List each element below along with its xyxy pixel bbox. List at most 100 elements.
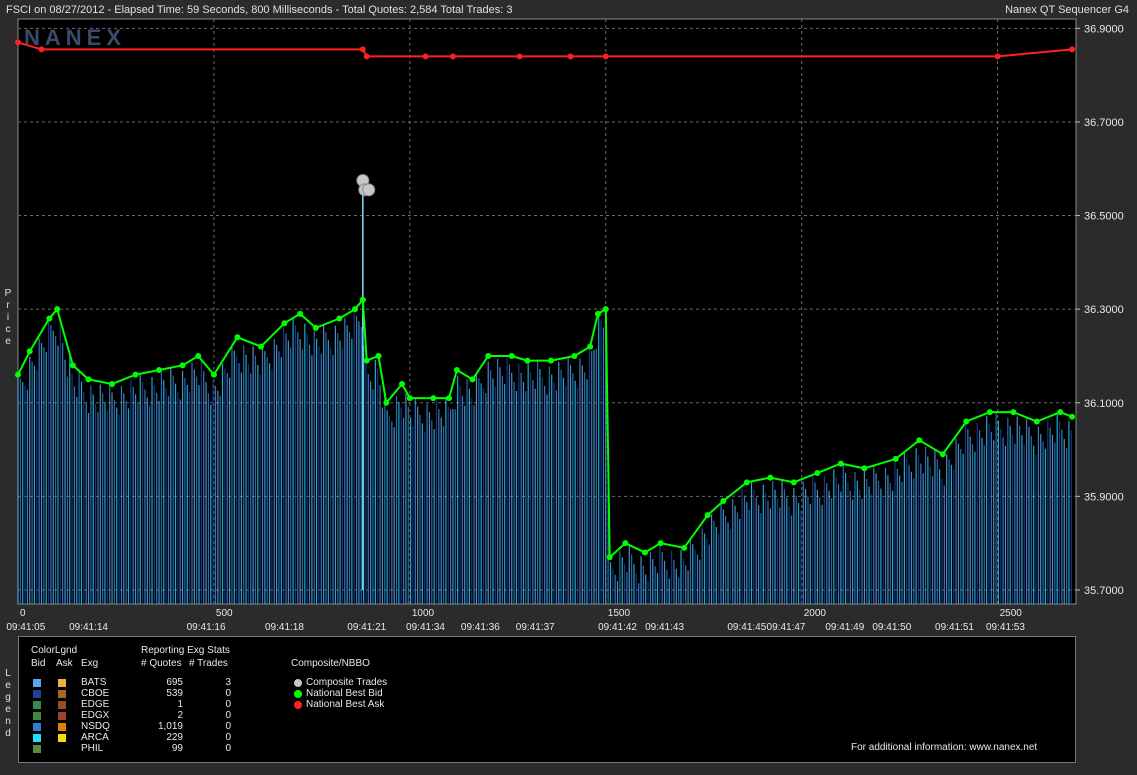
quote-point <box>430 395 437 402</box>
price-chart: NANEX 36.900036.700036.500036.300036.1000… <box>6 18 1124 633</box>
time-label: 09:41:42 <box>598 622 637 633</box>
quote-count: 1,019 <box>157 721 183 732</box>
quote-point <box>359 46 366 53</box>
quote-point <box>587 343 594 350</box>
quote-point <box>567 53 574 60</box>
quote-point <box>359 296 366 303</box>
time-label: 09:41:18 <box>265 622 304 633</box>
bid-color-swatch <box>33 701 41 709</box>
quote-count: 695 <box>166 677 183 688</box>
ask-color-swatch <box>58 701 66 709</box>
legend-col-bid: Bid <box>31 658 46 669</box>
quote-point <box>422 53 429 60</box>
legend-panel: ColorLgnd Bid Ask Exg Reporting Exg Stat… <box>18 636 1076 763</box>
time-label: 09:41:49 <box>825 622 864 633</box>
quote-point <box>132 371 139 378</box>
x-tick-label: 500 <box>216 608 233 619</box>
trade-count: 0 <box>225 688 231 699</box>
exchange-name: NSDQ <box>81 721 110 732</box>
quote-point <box>297 310 304 317</box>
ask-color-swatch <box>58 712 66 720</box>
quote-point <box>767 474 774 481</box>
quote-point <box>916 437 923 444</box>
quote-point <box>743 479 750 486</box>
time-label: 09:41:14 <box>69 622 108 633</box>
best-bid-marker <box>294 690 302 698</box>
stats-title: Reporting Exg Stats <box>141 645 230 656</box>
quote-point <box>641 549 648 556</box>
quote-point <box>234 334 241 341</box>
quote-count: 229 <box>166 732 183 743</box>
quote-point <box>38 46 45 53</box>
quote-point <box>602 53 609 60</box>
quote-count: 99 <box>171 743 183 754</box>
quote-point <box>994 53 1001 60</box>
quote-point <box>571 352 578 359</box>
quote-point <box>469 376 476 383</box>
info-link[interactable]: For additional information: www.nanex.ne… <box>851 742 1037 753</box>
exchange-name: PHIL <box>81 743 104 754</box>
exchange-name: BATS <box>81 677 107 688</box>
time-label: 09:41:51 <box>935 622 974 633</box>
legend-label-letter: n <box>5 716 11 727</box>
quote-point <box>312 324 319 331</box>
quote-point <box>156 367 163 373</box>
bid-color-swatch <box>33 734 41 742</box>
exchange-name: EDGE <box>81 699 110 710</box>
composite-trades-marker <box>294 679 302 687</box>
legend-col-quotes: # Quotes <box>141 658 182 669</box>
legend-vertical-label: L e g e n d <box>3 668 13 740</box>
quote-point <box>15 371 21 378</box>
trade-point <box>362 183 376 197</box>
y-tick-label: 36.1000 <box>1084 398 1124 410</box>
bid-color-swatch <box>33 712 41 720</box>
quote-point <box>516 53 523 60</box>
quote-point <box>69 362 76 369</box>
quote-point <box>15 39 21 46</box>
quote-count: 539 <box>166 688 183 699</box>
quote-point <box>1057 409 1064 416</box>
quote-point <box>524 357 531 364</box>
quote-point <box>837 460 844 467</box>
trade-count: 0 <box>225 721 231 732</box>
quote-point <box>485 352 492 359</box>
legend-label-letter: g <box>5 692 11 703</box>
quote-point <box>195 352 202 359</box>
time-label: 09:41:45 <box>727 622 766 633</box>
quote-point <box>1010 409 1017 416</box>
quote-point <box>939 451 946 458</box>
quote-point <box>892 455 899 462</box>
quote-point <box>363 357 370 364</box>
quote-point <box>704 512 711 519</box>
best-ask-marker <box>294 701 302 709</box>
time-label: 09:41:43 <box>645 622 684 633</box>
trade-count: 0 <box>225 710 231 721</box>
legend-col-trades: # Trades <box>189 658 228 669</box>
quote-count: 1 <box>177 699 183 710</box>
y-tick-label: 36.3000 <box>1084 304 1124 316</box>
time-label: 09:41:37 <box>516 622 555 633</box>
ask-color-swatch <box>58 734 66 742</box>
composite-trades-label: Composite Trades <box>306 677 388 688</box>
quote-point <box>383 399 390 406</box>
quote-point <box>681 544 688 551</box>
ask-color-swatch <box>58 723 66 731</box>
legend-label-letter: e <box>5 680 11 691</box>
quote-point <box>449 53 456 60</box>
trade-count: 0 <box>225 699 231 710</box>
quote-point <box>861 465 868 472</box>
y-tick-label: 35.7000 <box>1084 585 1124 597</box>
quote-point <box>1069 46 1076 53</box>
quote-point <box>963 418 970 425</box>
quote-point <box>54 306 61 313</box>
legend-label-letter: d <box>5 728 11 739</box>
legend-col-exg: Exg <box>81 658 99 669</box>
y-tick-label: 36.7000 <box>1084 117 1124 129</box>
y-tick-label: 35.9000 <box>1084 491 1124 503</box>
quote-point <box>257 343 264 350</box>
legend-col-ask: Ask <box>56 658 73 669</box>
y-tick-label: 36.5000 <box>1084 211 1124 223</box>
quote-point <box>363 53 370 60</box>
quote-point <box>602 306 609 313</box>
quote-point <box>210 371 217 378</box>
